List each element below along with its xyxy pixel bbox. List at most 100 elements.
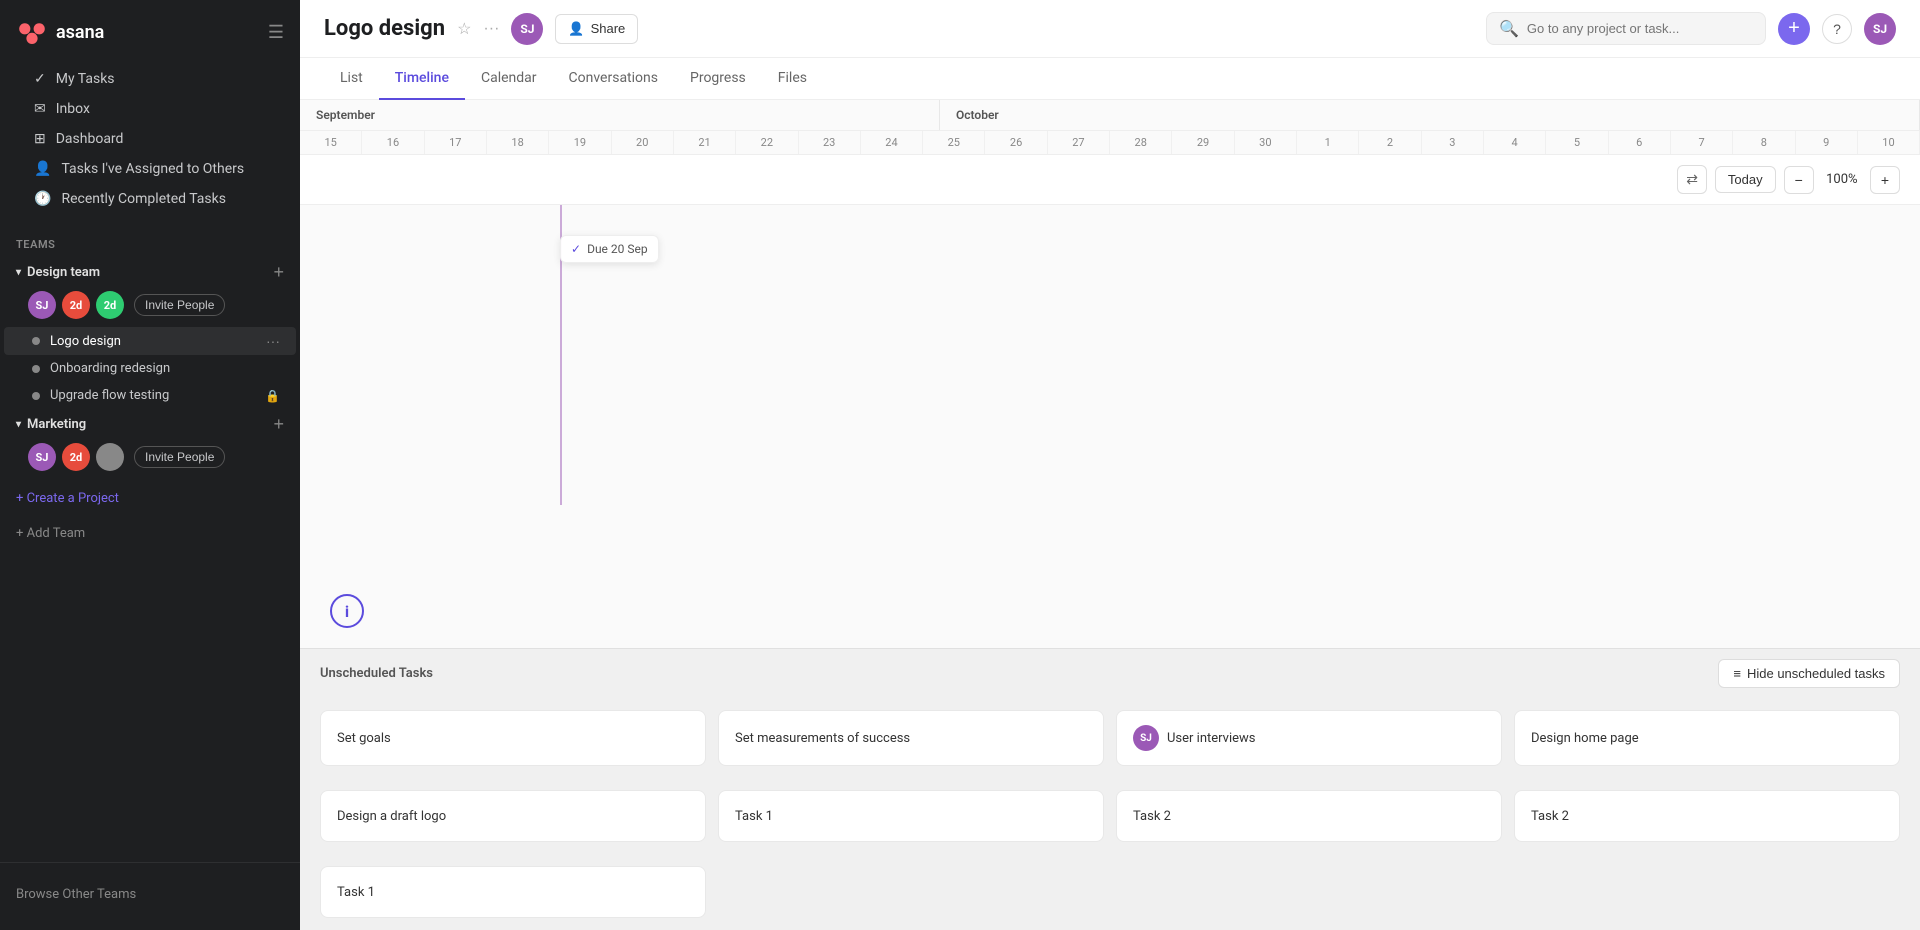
hide-unscheduled-label: Hide unscheduled tasks (1747, 666, 1885, 681)
help-button[interactable]: ? (1822, 14, 1852, 44)
tab-timeline[interactable]: Timeline (379, 58, 465, 100)
zoom-out-button[interactable]: − (1784, 166, 1814, 194)
design-team-invite-button[interactable]: Invite People (134, 294, 225, 316)
user-avatar[interactable]: SJ (1864, 13, 1896, 45)
tab-list[interactable]: List (324, 58, 379, 100)
search-icon: 🔍 (1499, 19, 1519, 38)
task-set-goals-label: Set goals (337, 731, 391, 746)
share-button[interactable]: 👤 Share (555, 14, 638, 44)
day-27: 27 (1048, 131, 1110, 154)
search-bar: 🔍 (1486, 12, 1766, 45)
task-design-home-page-label: Design home page (1531, 731, 1639, 746)
timeline-controls: ⇄ Today − 100% + (300, 155, 1920, 205)
sidebar-project-logo-design[interactable]: Logo design ··· (4, 327, 296, 355)
more-options-button[interactable]: ··· (483, 20, 499, 38)
task-card-task2-row2[interactable]: Task 2 (1116, 790, 1502, 842)
hide-unscheduled-button[interactable]: ≡ Hide unscheduled tasks (1718, 659, 1900, 688)
sidebar-bottom: Browse Other Teams (0, 862, 300, 910)
task-card-set-measurements[interactable]: Set measurements of success (718, 710, 1104, 766)
marketing-team-add-button[interactable]: + (273, 415, 284, 433)
create-project-button[interactable]: + Create a Project (0, 483, 300, 514)
task-1-row2-label: Task 1 (735, 809, 773, 824)
onboarding-label: Onboarding redesign (50, 361, 170, 376)
task-card-design-home-page[interactable]: Design home page (1514, 710, 1900, 766)
day-oct-7: 7 (1671, 131, 1733, 154)
share-icon: 👤 (568, 21, 584, 37)
task-card-design-draft-logo[interactable]: Design a draft logo (320, 790, 706, 842)
logo-design-more-button[interactable]: ··· (266, 333, 280, 349)
logo-design-label: Logo design (50, 334, 121, 349)
marketing-team-name: Marketing (27, 417, 86, 432)
day-28: 28 (1110, 131, 1172, 154)
sidebar-item-tasks-assigned[interactable]: 👤 Tasks I've Assigned to Others (8, 154, 292, 184)
day-oct-4: 4 (1484, 131, 1546, 154)
share-label: Share (591, 21, 626, 36)
task-card-task1-row2[interactable]: Task 1 (718, 790, 1104, 842)
sidebar-header: asana ☰ (0, 0, 300, 56)
today-button[interactable]: Today (1715, 166, 1776, 193)
add-team-button[interactable]: + Add Team (0, 518, 300, 549)
tasks-assigned-icon: 👤 (34, 161, 51, 177)
sidebar: asana ☰ ✓ My Tasks ✉ Inbox ⊞ Dashboard 👤… (0, 0, 300, 930)
search-input[interactable] (1527, 21, 1753, 36)
sidebar-item-inbox[interactable]: ✉ Inbox (8, 94, 292, 124)
sidebar-project-onboarding[interactable]: Onboarding redesign (4, 355, 296, 382)
day-oct-2: 2 (1359, 131, 1421, 154)
info-icon[interactable]: i (330, 594, 364, 628)
unscheduled-tasks-row3: Task 1 (300, 854, 1920, 930)
tab-progress[interactable]: Progress (674, 58, 762, 100)
day-16: 16 (362, 131, 424, 154)
zoom-in-button[interactable]: + (1870, 166, 1900, 194)
sidebar-item-recently-completed[interactable]: 🕐 Recently Completed Tasks (8, 184, 292, 214)
star-button[interactable]: ☆ (457, 19, 471, 39)
add-button[interactable]: + (1778, 13, 1810, 45)
upgrade-flow-label: Upgrade flow testing (50, 388, 169, 403)
tabs-bar: List Timeline Calendar Conversations Pro… (300, 58, 1920, 100)
browse-other-teams-button[interactable]: Browse Other Teams (0, 879, 300, 910)
task-card-user-interviews[interactable]: SJ User interviews (1116, 710, 1502, 766)
unscheduled-tasks-row1: Set goals Set measurements of success SJ… (300, 698, 1920, 778)
day-oct-9: 9 (1796, 131, 1858, 154)
asana-logo-icon (16, 16, 48, 48)
avatar: 2d (62, 291, 90, 319)
sidebar-project-upgrade-flow[interactable]: Upgrade flow testing 🔒 (4, 382, 296, 409)
day-30: 30 (1235, 131, 1297, 154)
tab-files[interactable]: Files (762, 58, 823, 100)
day-oct-10: 10 (1858, 131, 1920, 154)
avatar: 2d (96, 291, 124, 319)
topbar-right: 🔍 + ? SJ (1486, 12, 1896, 45)
sidebar-collapse-button[interactable]: ☰ (268, 22, 284, 43)
sidebar-navigation: ✓ My Tasks ✉ Inbox ⊞ Dashboard 👤 Tasks I… (0, 56, 300, 222)
task-card-task1-row3[interactable]: Task 1 (320, 866, 706, 918)
timeline-tooltip: ✓ Due 20 Sep (560, 235, 659, 263)
timeline-grid: ✓ Due 20 Sep i (300, 205, 1920, 648)
zoom-level-label: 100% (1822, 172, 1862, 187)
months-row: September October (300, 100, 1920, 131)
sidebar-item-dashboard[interactable]: ⊞ Dashboard (8, 124, 292, 154)
day-25: 25 (923, 131, 985, 154)
tab-conversations[interactable]: Conversations (553, 58, 674, 100)
design-team-header[interactable]: ▾ Design team + (0, 257, 300, 287)
timeline-filter-button[interactable]: ⇄ (1677, 165, 1707, 194)
design-team-name: Design team (27, 265, 100, 280)
design-team-add-button[interactable]: + (273, 263, 284, 281)
task-card-task2b-row2[interactable]: Task 2 (1514, 790, 1900, 842)
day-21: 21 (674, 131, 736, 154)
marketing-team-invite-button[interactable]: Invite People (134, 446, 225, 468)
info-icon-wrapper: i (330, 594, 364, 628)
my-tasks-icon: ✓ (34, 71, 46, 87)
marketing-team-header[interactable]: ▾ Marketing + (0, 409, 300, 439)
avatar: SJ (28, 291, 56, 319)
task-1-row3-label: Task 1 (337, 885, 375, 900)
asana-logo-text: asana (56, 22, 104, 43)
sidebar-item-my-tasks[interactable]: ✓ My Tasks (8, 64, 292, 94)
october-label: October (940, 100, 1920, 130)
add-team-label: + Add Team (16, 526, 85, 541)
tooltip-check-icon: ✓ (571, 242, 581, 256)
unscheduled-header-row: Unscheduled Tasks ≡ Hide unscheduled tas… (300, 649, 1920, 698)
task-card-set-goals[interactable]: Set goals (320, 710, 706, 766)
logo-design-dot (32, 337, 40, 345)
task-user-interviews-label: User interviews (1167, 731, 1256, 746)
browse-teams-label: Browse Other Teams (16, 887, 136, 902)
tab-calendar[interactable]: Calendar (465, 58, 553, 100)
